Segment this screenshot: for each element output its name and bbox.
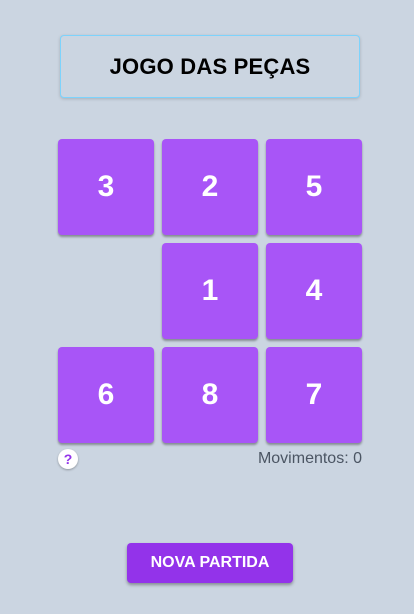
tile-6[interactable]: 6 (58, 347, 154, 443)
tile-2[interactable]: 2 (162, 139, 258, 235)
help-button[interactable]: ? (58, 449, 78, 469)
tile-7[interactable]: 7 (266, 347, 362, 443)
question-icon: ? (63, 451, 73, 467)
tile-8[interactable]: 8 (162, 347, 258, 443)
new-game-button[interactable]: NOVA PARTIDA (127, 543, 293, 583)
game-title: JOGO DAS PEÇAS (109, 53, 311, 79)
tile-1[interactable]: 1 (162, 243, 258, 339)
title-box: JOGO DAS PEÇAS (60, 35, 360, 98)
puzzle-board: 32514 687 (58, 139, 364, 444)
tile-3[interactable]: 3 (58, 139, 154, 235)
tile-4[interactable]: 4 (266, 243, 362, 339)
moves-counter: Movimentos: 0 (257, 450, 362, 467)
tile-5[interactable]: 5 (266, 139, 362, 235)
